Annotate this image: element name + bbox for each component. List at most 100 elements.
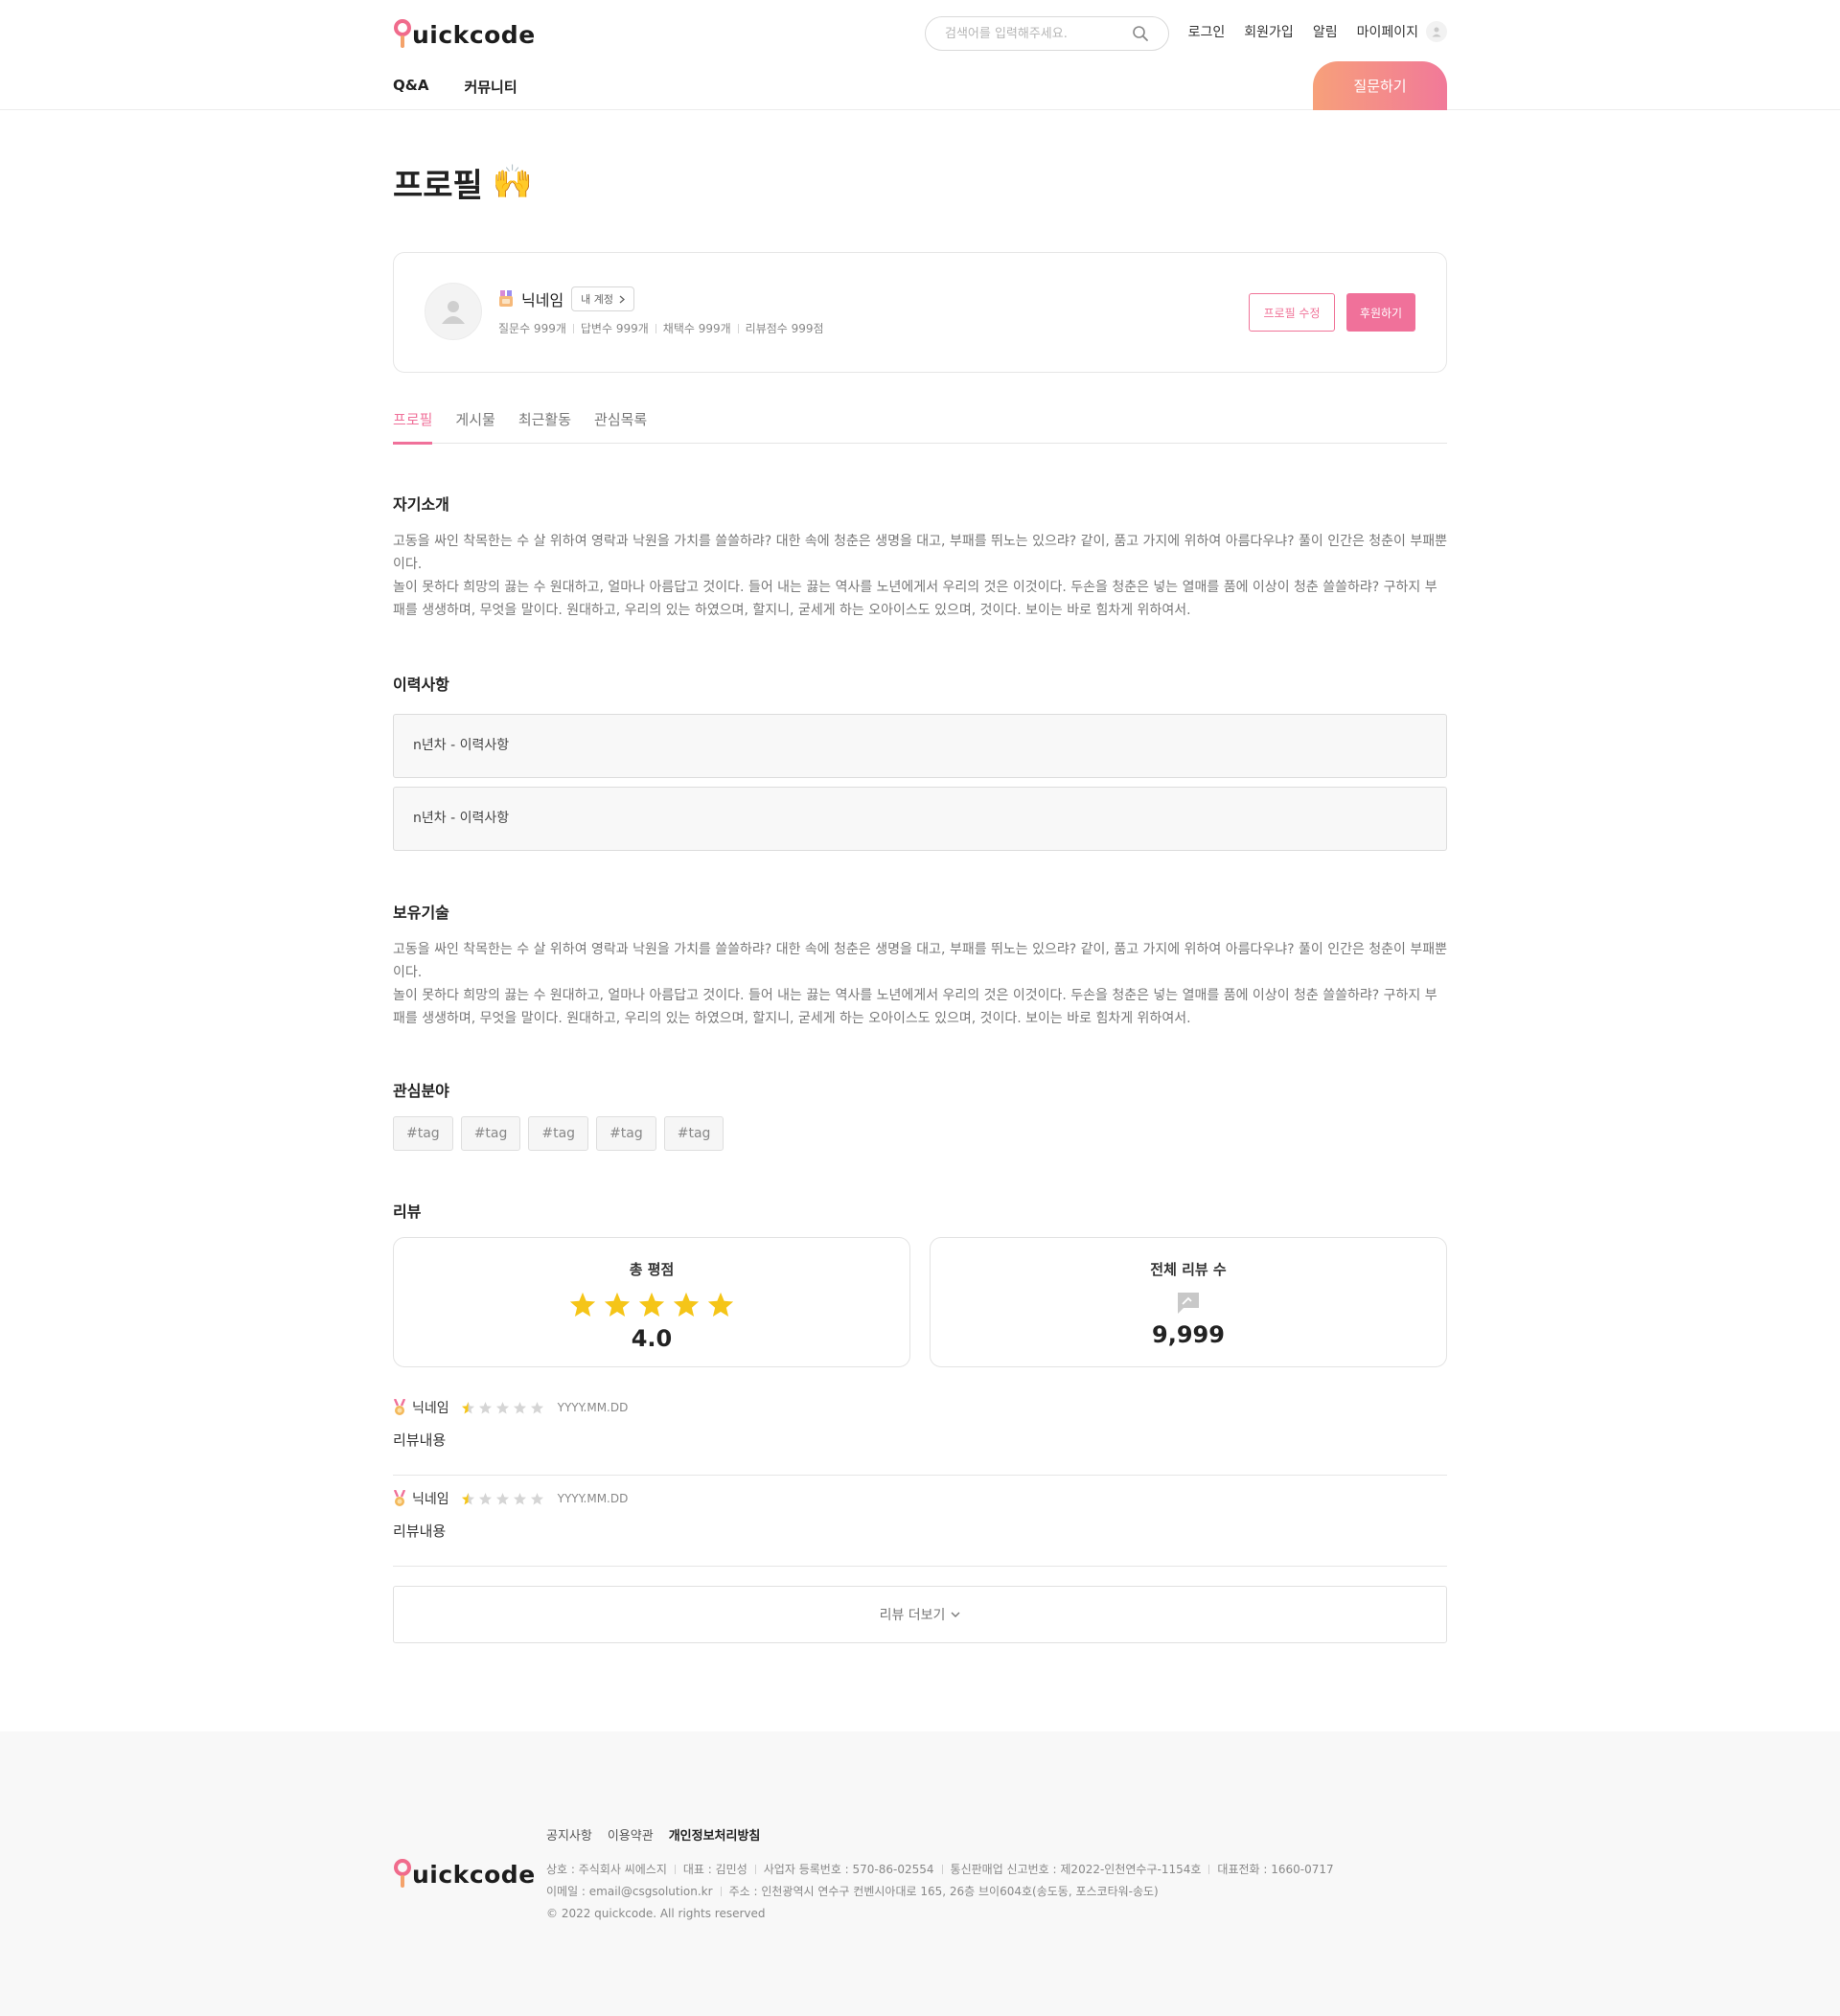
review-bubble-icon — [931, 1291, 1446, 1319]
footer-privacy-link[interactable]: 개인정보처리방침 — [669, 1825, 761, 1844]
star-icon — [495, 1492, 509, 1504]
interest-tag[interactable]: #tag — [528, 1116, 589, 1151]
review-list: 닉네임 YYYY.MM.DD 리뷰내용 닉네임 YYYY.MM.DD 리뷰내용 — [393, 1385, 1447, 1567]
total-reviews-label: 전체 리뷰 수 — [1150, 1261, 1227, 1278]
skills-text: 고동을 싸인 착목한는 수 살 위하여 영락과 낙원을 가치를 쓸쓸하랴? 대한… — [393, 938, 1447, 1030]
top-nav: 로그인 회원가입 알림 마이페이지 — [1188, 21, 1447, 42]
footer-email: 이메일 : email@csgsolution.kr — [546, 1885, 713, 1898]
tab-profile[interactable]: 프로필 — [393, 409, 433, 445]
interest-tag[interactable]: #tag — [663, 1116, 724, 1151]
interest-tag[interactable]: #tag — [393, 1116, 453, 1151]
footer-notice-link[interactable]: 공지사항 — [546, 1825, 592, 1844]
rank-badge-icon — [499, 290, 513, 307]
tab-interests[interactable]: 관심목록 — [594, 409, 647, 444]
career-item: n년차 - 이력사항 — [393, 787, 1447, 851]
interest-tag[interactable]: #tag — [460, 1116, 521, 1151]
page-title-text: 프로필 — [393, 166, 483, 205]
more-reviews-button[interactable]: 리뷰 더보기 — [393, 1586, 1447, 1643]
reviews-title: 리뷰 — [393, 1203, 422, 1221]
main-content: 프로필 🙌 닉네임 내 계정 질문수 999개 답변수 999개 채택수 999… — [393, 160, 1447, 1643]
tab-posts[interactable]: 게시물 — [455, 409, 494, 444]
profile-stats: 질문수 999개 답변수 999개 채택수 999개 리뷰점수 999점 — [498, 320, 824, 336]
search-input[interactable] — [945, 17, 1137, 50]
search-icon[interactable] — [1132, 25, 1149, 42]
star-icon — [530, 1492, 543, 1504]
review-item: 닉네임 YYYY.MM.DD 리뷰내용 — [393, 1476, 1447, 1567]
career-item: n년차 - 이력사항 — [393, 714, 1447, 778]
star-icon — [513, 1401, 526, 1413]
star-icon — [513, 1492, 526, 1504]
total-rating-box: 총 평점 4.0 — [393, 1237, 910, 1367]
interest-tags: #tag #tag #tag #tag #tag — [393, 1116, 1447, 1151]
star-icon — [495, 1401, 509, 1413]
mypage-label: 마이페이지 — [1356, 25, 1418, 40]
review-item: 닉네임 YYYY.MM.DD 리뷰내용 — [393, 1385, 1447, 1476]
review-content: 리뷰내용 — [393, 1523, 447, 1540]
profile-card: 닉네임 내 계정 질문수 999개 답변수 999개 채택수 999개 리뷰점수… — [393, 252, 1447, 373]
star-icon — [530, 1401, 543, 1413]
site-footer: uickcode 공지사항 이용약관 개인정보처리방침 상호 : 주식회사 씨에… — [0, 1731, 1840, 2016]
skills-line: 고동을 싸인 착목한는 수 살 위하여 영락과 낙원을 가치를 쓸쓸하랴? 대한… — [393, 942, 1448, 980]
intro-title: 자기소개 — [393, 495, 449, 514]
intro-section: 자기소개 고동을 싸인 착목한는 수 살 위하여 영락과 낙원을 가치를 쓸쓸하… — [393, 492, 1447, 622]
review-nickname: 닉네임 — [412, 1401, 449, 1416]
career-section: 이력사항 n년차 - 이력사항 n년차 - 이력사항 — [393, 672, 1447, 851]
footer-info-row: 이메일 : email@csgsolution.kr 주소 : 인천광역시 연수구… — [546, 1881, 1334, 1903]
raised-hands-icon: 🙌 — [492, 163, 534, 201]
star-icon — [707, 1292, 734, 1317]
intro-text: 고동을 싸인 착목한는 수 살 위하여 영락과 낙원을 가치를 쓸쓸하랴? 대한… — [393, 530, 1447, 622]
tab-recent-activity[interactable]: 최근활동 — [518, 409, 571, 444]
alerts-link[interactable]: 알림 — [1313, 22, 1338, 41]
total-reviews-box: 전체 리뷰 수 9,999 — [930, 1237, 1447, 1367]
stat-accepted: 채택수 999개 — [649, 320, 731, 336]
signup-link[interactable]: 회원가입 — [1244, 22, 1294, 41]
footer-terms-link[interactable]: 이용약관 — [608, 1825, 654, 1844]
profile-nickname: 닉네임 — [521, 291, 564, 309]
total-rating-label: 총 평점 — [629, 1261, 675, 1278]
skills-section: 보유기술 고동을 싸인 착목한는 수 살 위하여 영락과 낙원을 가치를 쓸쓸하… — [393, 900, 1447, 1030]
review-date: YYYY.MM.DD — [557, 1492, 629, 1505]
star-icon — [673, 1292, 700, 1317]
search-box — [925, 16, 1169, 51]
star-icon — [604, 1292, 631, 1317]
login-link[interactable]: 로그인 — [1188, 22, 1226, 41]
footer-company-info: 상호 : 주식회사 씨에스지 대표 : 김민성 사업자 등록번호 : 570-86-… — [546, 1859, 1334, 1925]
chevron-down-icon — [951, 1612, 960, 1617]
footer-business-number: 사업자 등록번호 : 570-86-02554 — [748, 1863, 934, 1876]
skills-line: 놀이 못하다 희망의 끓는 수 원대하고, 얼마나 아름답고 것이다. 들어 내… — [393, 988, 1438, 1026]
total-rating-stars — [394, 1291, 909, 1319]
stat-answers: 답변수 999개 — [566, 320, 649, 336]
quickcode-logo[interactable]: uickcode — [393, 17, 536, 50]
total-rating-value: 4.0 — [631, 1325, 673, 1352]
stat-review-score: 리뷰점수 999점 — [731, 320, 824, 336]
support-button[interactable]: 후원하기 — [1346, 293, 1415, 332]
logo-q-mark — [393, 17, 414, 50]
interest-tag[interactable]: #tag — [596, 1116, 656, 1151]
footer-logo[interactable]: uickcode — [393, 1857, 536, 1890]
default-avatar-icon — [442, 301, 465, 324]
career-title: 이력사항 — [393, 676, 449, 694]
intro-line: 놀이 못하다 희망의 끓는 수 원대하고, 얼마나 아름답고 것이다. 들어 내… — [393, 580, 1438, 618]
footer-links: 공지사항 이용약관 개인정보처리방침 — [546, 1825, 760, 1844]
user-avatar-icon — [1426, 21, 1447, 42]
star-icon — [569, 1292, 596, 1317]
main-menu: Q&A 커뮤니티 — [393, 77, 518, 97]
my-account-button[interactable]: 내 계정 — [571, 286, 635, 311]
menu-qa[interactable]: Q&A — [393, 77, 428, 97]
ask-question-button[interactable]: 질문하기 — [1313, 61, 1447, 110]
star-icon — [478, 1492, 492, 1504]
footer-phone: 대표전화 : 1660-0717 — [1201, 1863, 1333, 1876]
site-header: uickcode 로그인 회원가입 알림 마이페이지 Q&A 커뮤니티 질문하기 — [0, 0, 1840, 110]
menu-community[interactable]: 커뮤니티 — [464, 77, 517, 97]
edit-profile-button[interactable]: 프로필 수정 — [1249, 293, 1335, 332]
chevron-right-icon — [619, 295, 626, 303]
stat-questions: 질문수 999개 — [498, 322, 566, 335]
review-content: 리뷰내용 — [393, 1432, 447, 1449]
medal-icon — [393, 1399, 406, 1415]
star-icon — [461, 1401, 474, 1413]
footer-ceo: 대표 : 김민성 — [667, 1863, 748, 1876]
footer-copyright: © 2022 quickcode. All rights reserved — [546, 1907, 766, 1920]
mypage-link[interactable]: 마이페이지 — [1357, 21, 1447, 42]
interests-section: 관심분야 #tag #tag #tag #tag #tag — [393, 1078, 1447, 1151]
star-icon — [638, 1292, 665, 1317]
